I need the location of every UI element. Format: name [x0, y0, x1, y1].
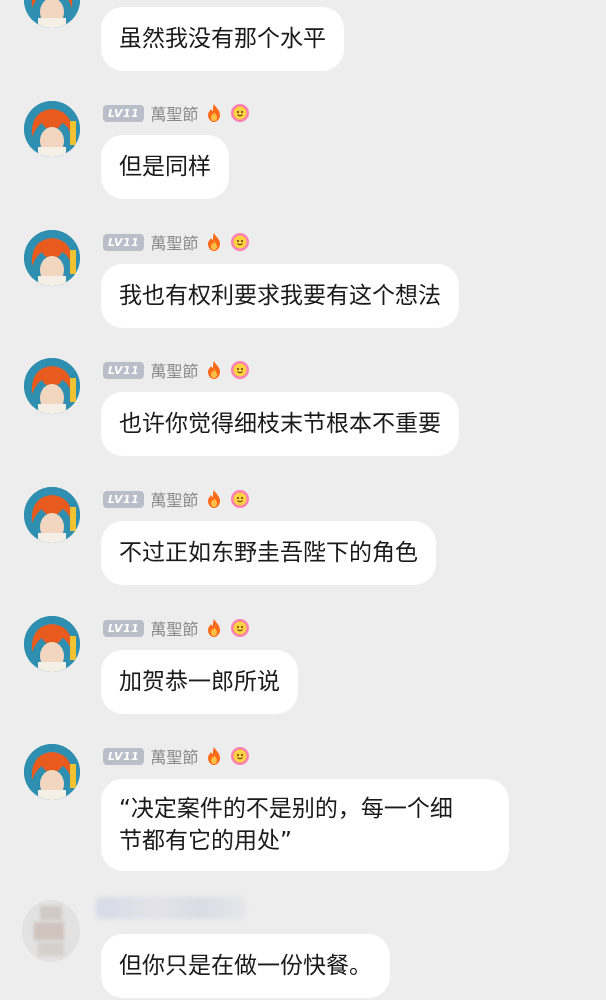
message-bubble[interactable]: 但是同样 — [101, 135, 229, 199]
message-header: LV11 萬聖節 — [103, 745, 250, 767]
nickname[interactable]: 萬聖節 — [150, 487, 198, 511]
flame-icon — [208, 361, 221, 379]
avatar[interactable] — [24, 358, 80, 414]
message-bubble[interactable]: 不过正如东野圭吾陛下的角色 — [101, 521, 436, 585]
message-bubble[interactable]: 但你只是在做一份快餐。 — [101, 934, 390, 998]
smiley-face-icon — [231, 233, 250, 251]
message-header: LV11 萬聖節 — [103, 359, 250, 381]
avatar[interactable] — [24, 487, 80, 543]
nickname[interactable]: 萬聖節 — [150, 616, 198, 640]
level-badge: LV11 — [103, 361, 145, 379]
flame-icon — [208, 490, 221, 508]
smiley-face-icon — [231, 361, 250, 379]
avatar[interactable] — [24, 744, 80, 800]
level-badge: LV11 — [103, 104, 145, 122]
nickname[interactable]: 萬聖節 — [150, 744, 198, 768]
nickname[interactable]: 萬聖節 — [150, 101, 198, 125]
smiley-face-icon — [231, 104, 250, 122]
flame-icon — [208, 619, 221, 637]
level-badge: LV11 — [103, 490, 145, 508]
nickname[interactable]: 萬聖節 — [150, 358, 198, 382]
message-header: LV11 萬聖節 — [103, 617, 250, 639]
avatar[interactable] — [24, 0, 80, 28]
flame-icon — [208, 233, 221, 251]
message-bubble[interactable]: 我也有权利要求我要有这个想法 — [101, 264, 459, 328]
avatar[interactable] — [24, 616, 80, 672]
smiley-face-icon — [231, 747, 250, 765]
nickname-blurred — [96, 897, 246, 919]
avatar[interactable] — [22, 900, 80, 962]
avatar[interactable] — [24, 101, 80, 157]
message-header: LV11 萬聖節 — [103, 231, 250, 253]
smiley-face-icon — [231, 619, 250, 637]
avatar[interactable] — [24, 230, 80, 286]
nickname[interactable]: 萬聖節 — [150, 230, 198, 254]
message-bubble[interactable]: 加贺恭一郎所说 — [101, 650, 298, 714]
flame-icon — [208, 104, 221, 122]
message-bubble[interactable]: “决定案件的不是别的，每一个细 节都有它的用处” — [101, 779, 509, 871]
level-badge: LV11 — [103, 747, 145, 765]
message-header: LV11 萬聖節 — [103, 488, 250, 510]
smiley-face-icon — [231, 490, 250, 508]
message-bubble[interactable]: 也许你觉得细枝末节根本不重要 — [101, 392, 459, 456]
level-badge: LV11 — [103, 233, 145, 251]
chat-area: 虽然我没有那个水平 LV11 萬聖節 但是同样 LV11 萬聖節 我也有权利要求… — [0, 0, 606, 1000]
message-header: LV11 萬聖節 — [103, 102, 250, 124]
level-badge: LV11 — [103, 619, 145, 637]
flame-icon — [208, 747, 221, 765]
message-bubble[interactable]: 虽然我没有那个水平 — [101, 7, 344, 71]
